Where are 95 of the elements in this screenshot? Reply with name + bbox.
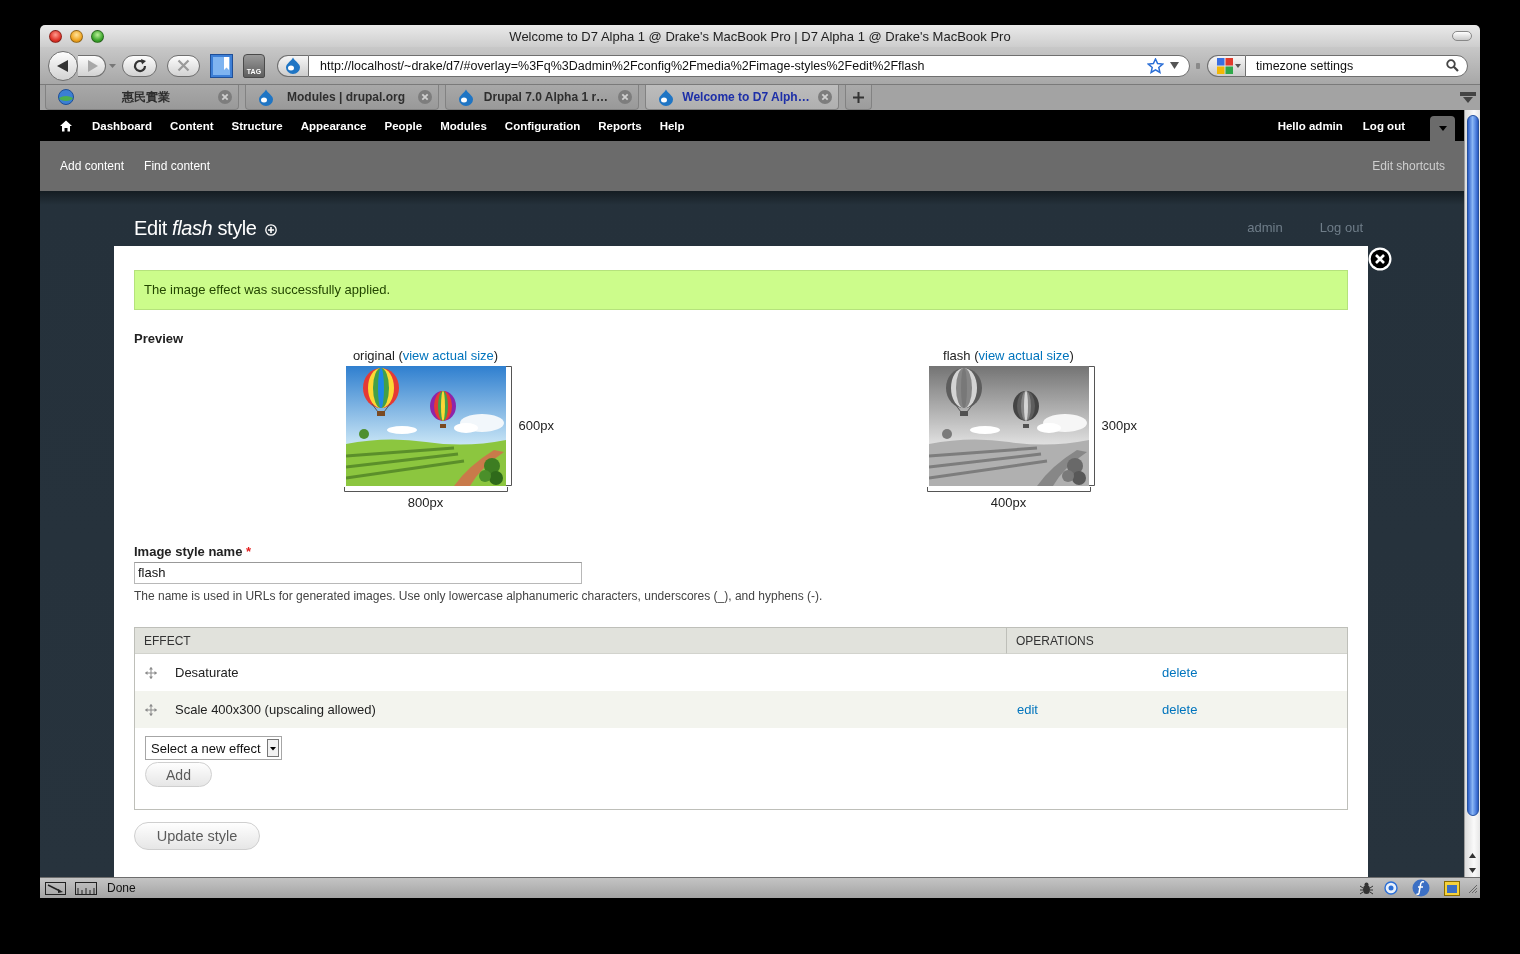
shortcut-link[interactable]: Find content xyxy=(144,159,211,173)
search-field[interactable]: timezone settings xyxy=(1245,54,1468,77)
close-icon[interactable] xyxy=(1368,247,1392,271)
status-message: The image effect was successfully applied. xyxy=(134,270,1348,310)
caret-icon xyxy=(267,739,279,757)
forward-arrow-icon xyxy=(88,59,98,72)
add-button[interactable]: Add xyxy=(145,762,212,787)
menu-link[interactable]: Content xyxy=(170,119,214,132)
resize-grip-icon[interactable] xyxy=(1466,882,1478,894)
drop-icon xyxy=(458,88,474,106)
logout-link[interactable]: Log out xyxy=(1362,119,1405,132)
shortcut-link[interactable]: Add content xyxy=(60,159,125,173)
ruler-icon[interactable] xyxy=(75,881,97,895)
effect-name: Desaturate xyxy=(175,665,239,680)
menu-link[interactable]: Structure xyxy=(231,119,283,132)
delete-link[interactable]: delete xyxy=(1162,665,1198,680)
column-header: EFFECT xyxy=(135,628,1006,654)
width-label: 400px xyxy=(990,495,1027,511)
script-icon[interactable] xyxy=(1412,879,1430,897)
stop-button[interactable] xyxy=(167,54,200,77)
column-header: OPERATIONS xyxy=(1006,628,1347,654)
toolbar-toggle-button[interactable] xyxy=(1452,31,1472,41)
user-greeting: Hello admin xyxy=(1277,119,1343,132)
view-size-link[interactable]: view actual size xyxy=(402,348,494,363)
reload-button[interactable] xyxy=(122,54,157,77)
preview-caption: original (view actual size) xyxy=(351,347,500,365)
drop-icon xyxy=(658,88,674,106)
browser-tab[interactable]: Welcome to D7 Alph… xyxy=(645,85,839,110)
width-label: 800px xyxy=(407,495,444,511)
view-size-link[interactable]: view actual size xyxy=(978,348,1070,363)
effect-name: Scale 400x300 (upscaling allowed) xyxy=(175,702,376,717)
update-style-button[interactable]: Update style xyxy=(134,822,260,850)
reload-icon xyxy=(131,57,148,74)
globe-icon xyxy=(58,89,74,105)
window-title: Welcome to D7 Alpha 1 @ Drake's MacBook Pro | D7 Alpha 1 @ Drake's MacBook Pro xyxy=(508,28,1012,44)
search-text: timezone settings xyxy=(1256,58,1355,73)
menu-link[interactable]: Dashboard xyxy=(92,119,153,132)
drop-icon xyxy=(258,88,274,106)
tab-list-icon[interactable] xyxy=(1460,90,1476,105)
zoom-window-button[interactable] xyxy=(91,29,104,43)
plus-circle-icon[interactable] xyxy=(264,224,277,236)
caret-icon xyxy=(1234,63,1241,68)
search-icon[interactable] xyxy=(1446,59,1459,72)
effect-select[interactable]: Select a new effect xyxy=(145,736,282,760)
faded-link[interactable]: admin xyxy=(1247,216,1283,240)
url-text: http://localhost/~drake/d7/#overlay=%3Fq%3Dadmin%2Fconfig%2Fmedia%2Fimage-styles%2Fedit%2Fflash xyxy=(320,58,926,73)
menu-link[interactable]: Help xyxy=(659,119,685,132)
height-label: 600px xyxy=(518,418,554,434)
caret-icon[interactable] xyxy=(1170,62,1179,69)
bug-icon[interactable] xyxy=(1359,880,1374,896)
drag-handle-icon[interactable] xyxy=(145,703,157,716)
drag-handle-icon[interactable] xyxy=(145,666,157,679)
window-icon[interactable] xyxy=(1444,880,1460,896)
menu-link[interactable]: People xyxy=(384,119,423,132)
search-engine-button[interactable] xyxy=(1207,54,1245,77)
delete-link[interactable]: delete xyxy=(1162,702,1198,717)
menu-link[interactable]: Appearance xyxy=(300,119,367,132)
browser-tab[interactable]: Drupal 7.0 Alpha 1 r… xyxy=(445,85,639,110)
menu-link[interactable]: Modules xyxy=(440,119,487,132)
scrollbar-thumb[interactable] xyxy=(1466,115,1479,816)
star-icon[interactable] xyxy=(1147,57,1164,74)
field-label: Image style name * xyxy=(134,544,253,560)
close-window-button[interactable] xyxy=(49,29,62,43)
edit-link[interactable]: edit xyxy=(1017,702,1038,717)
forward-button[interactable] xyxy=(78,54,106,77)
menu-link[interactable]: Configuration xyxy=(504,119,581,132)
field-description: The name is used in URLs for generated images. Use only lowercase alphanumeric characters, underscores (_), and hyphens (-). xyxy=(134,589,824,603)
plus-icon xyxy=(853,91,864,103)
toolbar-drawer-button[interactable] xyxy=(1430,116,1455,141)
browser-tab[interactable]: Modules | drupal.org xyxy=(245,85,439,110)
edit-shortcuts-link[interactable]: Edit shortcuts xyxy=(1372,159,1445,173)
colored-squares-icon xyxy=(1216,57,1233,74)
caret-icon xyxy=(1438,126,1447,131)
splitter-handle-icon[interactable] xyxy=(1196,62,1200,69)
back-button[interactable] xyxy=(48,50,78,81)
name-input[interactable]: flash xyxy=(134,562,582,584)
minimize-window-button[interactable] xyxy=(70,29,83,43)
site-identity-button[interactable] xyxy=(277,54,308,77)
back-arrow-icon xyxy=(56,58,70,73)
menu-link[interactable]: Reports xyxy=(598,119,642,132)
home-icon[interactable] xyxy=(60,119,72,132)
drop-icon xyxy=(285,57,301,74)
preview-heading: Preview xyxy=(134,331,185,347)
page-title: Edit flash style xyxy=(134,216,257,240)
target-icon[interactable] xyxy=(1384,881,1398,895)
status-text: Done xyxy=(107,881,136,895)
faded-link[interactable]: Log out xyxy=(1319,216,1363,240)
height-label: 300px xyxy=(1101,418,1137,434)
preview-caption: flash (view actual size) xyxy=(942,347,1075,365)
bookmarks-icon[interactable] xyxy=(210,53,233,78)
stop-icon xyxy=(177,59,190,72)
address-field[interactable]: http://localhost/~drake/d7/#overlay=%3Fq%3Dadmin%2Fconfig%2Fmedia%2Fimage-styles%2Fedit%2Fflash xyxy=(308,54,1190,77)
browser-tab[interactable]: 惠民實業 xyxy=(45,85,239,110)
resize-box-icon[interactable] xyxy=(45,881,66,895)
new-tab-button[interactable] xyxy=(845,85,872,110)
